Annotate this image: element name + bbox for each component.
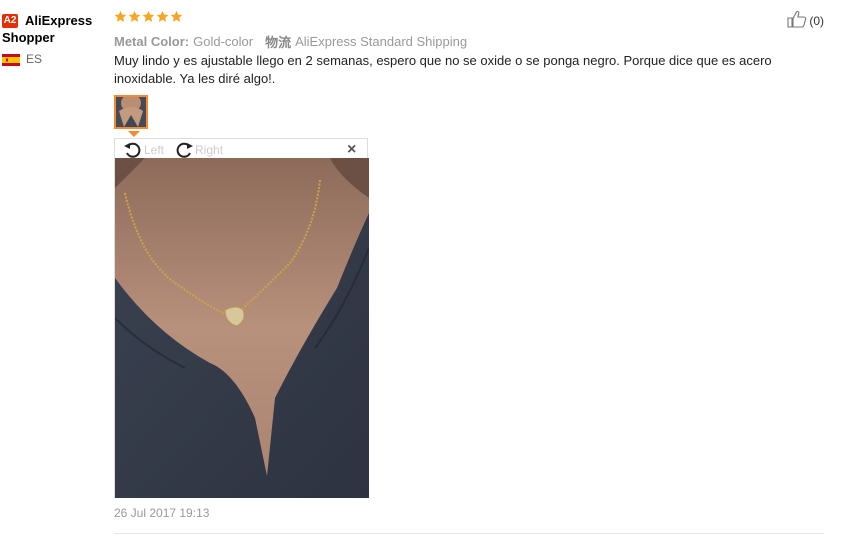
reviewer-country: ES — [2, 52, 107, 66]
rotate-left-icon — [124, 142, 141, 158]
helpful-button[interactable]: (0) — [787, 10, 824, 31]
thumbs-up-icon — [787, 10, 809, 31]
close-icon[interactable]: × — [347, 142, 356, 158]
order-attributes: Metal Color: Gold-color 物流 AliExpress St… — [114, 32, 479, 51]
shipping-method: AliExpress Standard Shipping — [295, 34, 468, 49]
review-text: Muy lindo y es ajustable llego en 2 sema… — [114, 53, 772, 86]
rotate-right-label: Right — [195, 143, 224, 157]
country-code: ES — [26, 52, 43, 66]
rotate-left-label: Left — [144, 143, 165, 157]
helpful-count: (0) — [809, 13, 824, 28]
reviewer-name-line1: AliExpress — [25, 13, 93, 28]
viewer-toolbar: Left Right — [123, 141, 233, 159]
star-icon — [114, 10, 127, 23]
review-photo — [115, 158, 369, 498]
rotate-left-button[interactable]: Left — [123, 141, 164, 159]
reviewer-name[interactable]: AliExpress — [25, 12, 92, 29]
color-value: Gold-color — [193, 34, 254, 49]
review-date: 26 Jul 2017 19:13 — [114, 506, 210, 520]
buyer-level-badge: A2 — [2, 14, 18, 28]
rotate-right-icon — [176, 142, 194, 158]
star-rating — [114, 10, 183, 23]
star-icon — [128, 10, 141, 23]
color-label: Metal Color: — [114, 34, 190, 49]
reviewer-name-line2: Shopper — [2, 30, 55, 45]
reviewer-header: A2 AliExpress — [2, 12, 107, 29]
star-icon — [170, 10, 183, 23]
reviewer-info: A2 AliExpress Shopper ES — [2, 12, 107, 66]
spain-flag-icon — [2, 53, 20, 66]
thumbnail-active-arrow — [128, 131, 140, 137]
star-icon — [156, 10, 169, 23]
logistics-label: 物流 — [265, 35, 292, 50]
rotate-right-button[interactable]: Right — [174, 141, 223, 159]
review-divider — [114, 533, 824, 534]
image-viewer: Left Right × — [114, 138, 369, 498]
star-icon — [142, 10, 155, 23]
review-photo-thumbnail[interactable] — [114, 95, 148, 129]
